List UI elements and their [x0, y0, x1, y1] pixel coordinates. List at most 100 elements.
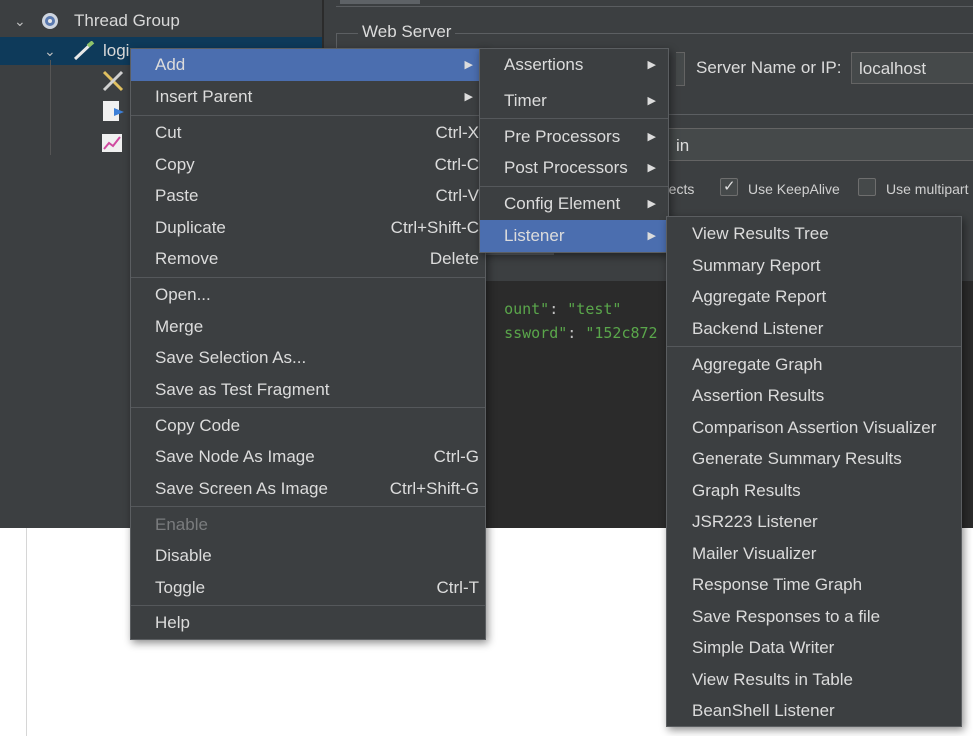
menu-item-label: Comparison Assertion Visualizer	[692, 418, 937, 437]
menu-item-label: Paste	[155, 186, 199, 205]
menu-item-label: Assertions	[504, 55, 584, 74]
submenu-item-post-processors[interactable]: Post Processors ▶	[480, 152, 668, 184]
web-server-legend: Web Server	[358, 22, 456, 42]
listener-item[interactable]: Backend Listener	[667, 313, 961, 345]
menu-item-paste[interactable]: Paste Ctrl-V	[131, 180, 485, 212]
listener-item[interactable]: Save Responses to a file	[667, 601, 961, 633]
menu-item-label: Enable	[155, 515, 208, 534]
menu-item-label: Disable	[155, 546, 212, 565]
keepalive-checkbox[interactable]	[720, 177, 738, 196]
menu-item-label: Simple Data Writer	[692, 638, 835, 657]
listener-item[interactable]: JSR223 Listener	[667, 506, 961, 538]
menu-item-help[interactable]: Help	[131, 607, 485, 639]
shortcut-label: Ctrl-C	[434, 155, 479, 174]
json-value: "152c872	[585, 324, 658, 342]
menu-item-save-fragment[interactable]: Save as Test Fragment	[131, 374, 485, 406]
sampler-label: logi	[103, 41, 130, 60]
menu-item-duplicate[interactable]: Duplicate Ctrl+Shift-C	[131, 212, 485, 244]
submenu-arrow-icon: ▶	[647, 162, 656, 174]
menu-item-label: View Results in Table	[692, 670, 853, 689]
menu-item-cut[interactable]: Cut Ctrl-X	[131, 117, 485, 149]
menu-item-label: Timer	[504, 91, 547, 110]
menu-separator	[131, 115, 485, 116]
menu-item-label: Pre Processors	[504, 127, 621, 146]
thread-group-label: Thread Group	[74, 11, 180, 30]
menu-separator	[131, 506, 485, 507]
multipart-label: Use multipart	[886, 181, 969, 197]
menu-separator	[131, 277, 485, 278]
tab-active[interactable]	[340, 0, 420, 4]
listener-item[interactable]: Response Time Graph	[667, 569, 961, 601]
pipette-icon	[73, 41, 95, 61]
submenu-arrow-icon: ▶	[464, 59, 473, 71]
menu-item-label: Cut	[155, 123, 182, 142]
submenu-arrow-icon: ▶	[647, 59, 656, 71]
submenu-item-listener[interactable]: Listener ▶	[480, 220, 668, 252]
menu-item-label: Add	[155, 55, 186, 74]
shortcut-label: Ctrl-X	[435, 123, 479, 142]
tools-icon	[102, 70, 124, 92]
menu-item-toggle[interactable]: Toggle Ctrl-T	[131, 572, 485, 604]
keepalive-label: Use KeepAlive	[748, 181, 840, 197]
tree-row-thread-group[interactable]: ⌄ Thread Group	[0, 7, 322, 35]
menu-item-save-screen-image[interactable]: Save Screen As Image Ctrl+Shift-G	[131, 473, 485, 505]
listener-item[interactable]: View Results in Table	[667, 664, 961, 696]
submenu-arrow-icon: ▶	[647, 230, 656, 242]
listener-submenu: View Results Tree Summary Report Aggregate…	[666, 216, 962, 727]
listener-item[interactable]: Mailer Visualizer	[667, 538, 961, 570]
listener-item[interactable]: Graph Results	[667, 475, 961, 507]
menu-item-copy-code[interactable]: Copy Code	[131, 410, 485, 442]
menu-item-label: Save Screen As Image	[155, 479, 328, 498]
menu-item-label: Listener	[504, 226, 565, 245]
menu-item-label: Remove	[155, 249, 219, 268]
menu-item-label: Help	[155, 613, 190, 632]
submenu-arrow-icon: ▶	[647, 131, 656, 143]
body-line-2: ssword": "152c872	[486, 306, 658, 342]
menu-item-remove[interactable]: Remove Delete	[131, 243, 485, 275]
menu-item-label: Response Time Graph	[692, 575, 863, 594]
listener-item[interactable]: Aggregate Report	[667, 281, 961, 313]
listener-item[interactable]: Simple Data Writer	[667, 632, 961, 664]
submenu-item-config-element[interactable]: Config Element ▶	[480, 188, 668, 220]
path-input[interactable]: in	[664, 128, 973, 161]
menu-item-disable[interactable]: Disable	[131, 540, 485, 572]
tab-strip	[336, 0, 973, 7]
server-name-input[interactable]: localhost	[851, 52, 973, 84]
menu-item-add[interactable]: Add ▶	[131, 49, 485, 81]
menu-item-copy[interactable]: Copy Ctrl-C	[131, 149, 485, 181]
menu-item-insert-parent[interactable]: Insert Parent ▶	[131, 81, 485, 113]
server-name-label: Server Name or IP:	[696, 58, 842, 77]
submenu-arrow-icon: ▶	[647, 95, 656, 107]
menu-item-label: Toggle	[155, 578, 206, 597]
listener-item[interactable]: Aggregate Graph	[667, 349, 961, 381]
listener-item[interactable]: View Results Tree	[667, 218, 961, 250]
listener-item[interactable]: Comparison Assertion Visualizer	[667, 412, 961, 444]
menu-item-label: Config Element	[504, 194, 621, 213]
menu-item-label: Backend Listener	[692, 319, 824, 338]
listener-item[interactable]: Summary Report	[667, 250, 961, 282]
menu-item-label: Generate Summary Results	[692, 449, 902, 468]
shortcut-label: Delete	[429, 249, 479, 268]
menu-item-save-node-image[interactable]: Save Node As Image Ctrl-G	[131, 441, 485, 473]
menu-item-label: Post Processors	[504, 158, 628, 177]
context-menu: Add ▶ Insert Parent ▶ Cut Ctrl-X Copy Ct…	[130, 48, 486, 640]
menu-item-label: Graph Results	[692, 481, 801, 500]
submenu-item-assertions[interactable]: Assertions ▶	[480, 49, 668, 81]
shortcut-label: Ctrl+Shift-G	[389, 479, 479, 498]
protocol-input[interactable]	[676, 52, 685, 86]
listener-item[interactable]: Assertion Results	[667, 380, 961, 412]
submenu-item-pre-processors[interactable]: Pre Processors ▶	[480, 121, 668, 153]
menu-item-label: Mailer Visualizer	[692, 544, 817, 563]
menu-item-open[interactable]: Open...	[131, 279, 485, 311]
listener-item[interactable]: BeanShell Listener	[667, 695, 961, 727]
multipart-checkbox[interactable]	[858, 178, 876, 196]
menu-item-label: View Results Tree	[692, 224, 829, 243]
menu-item-label: Save as Test Fragment	[155, 380, 330, 399]
menu-item-save-selection[interactable]: Save Selection As...	[131, 342, 485, 374]
chevron-down-icon[interactable]: ⌄	[14, 7, 26, 35]
submenu-item-timer[interactable]: Timer ▶	[480, 85, 668, 117]
listener-item[interactable]: Generate Summary Results	[667, 443, 961, 475]
menu-item-merge[interactable]: Merge	[131, 311, 485, 343]
document-icon	[103, 101, 124, 121]
menu-item-label: Merge	[155, 317, 204, 336]
